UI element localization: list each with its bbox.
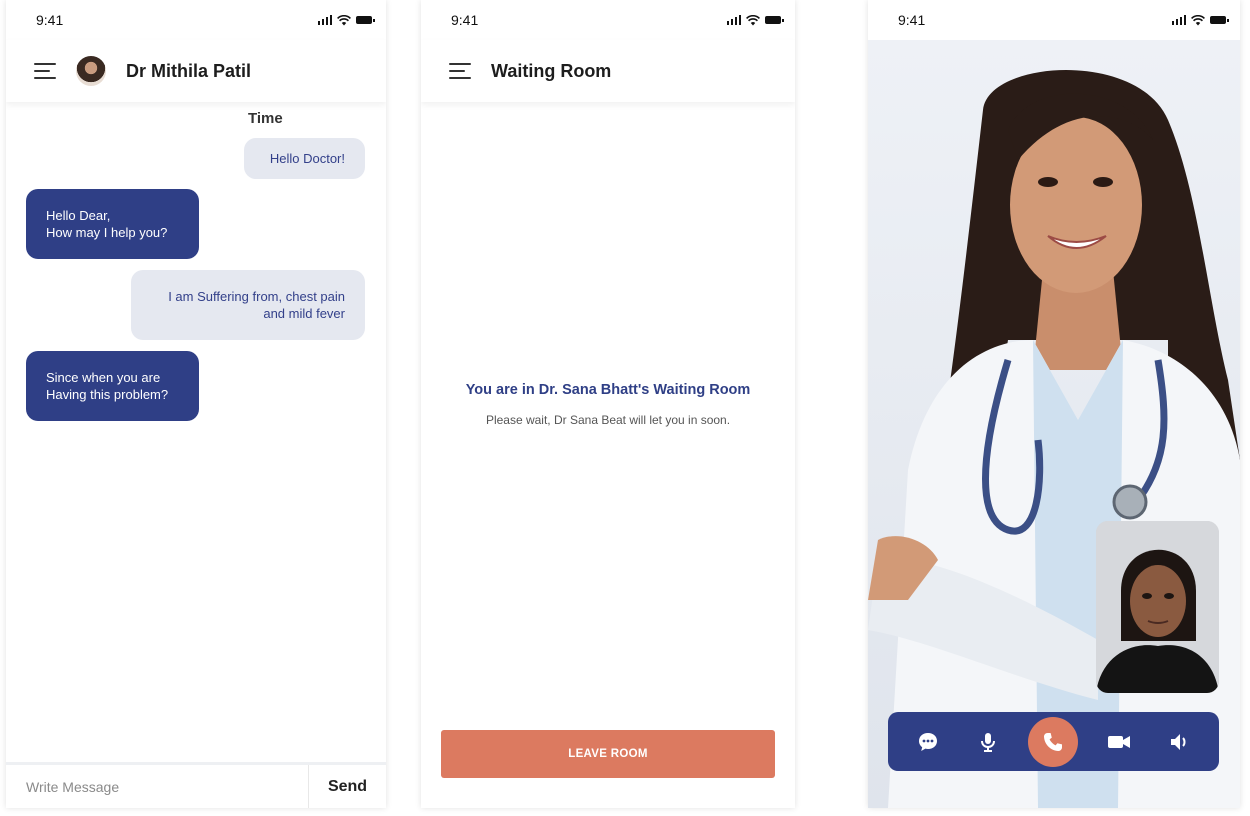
signal-icon (1171, 15, 1186, 25)
battery-icon (765, 16, 784, 24)
signal-icon (317, 15, 332, 25)
message-bubble-outgoing: Hello Doctor! (244, 138, 365, 179)
battery-icon (356, 16, 375, 24)
chat-time-label: Time (248, 110, 283, 127)
call-controls (888, 712, 1219, 771)
page-title: Waiting Room (491, 60, 612, 81)
menu-icon[interactable] (449, 63, 471, 79)
self-video-preview[interactable] (1096, 521, 1219, 693)
wifi-icon (337, 14, 351, 25)
status-bar: 9:41 (421, 0, 795, 40)
message-line: How may I help you? (46, 225, 168, 240)
message-line: Since when you are (46, 370, 161, 385)
patient-video-feed (1096, 521, 1219, 693)
status-time: 9:41 (36, 12, 64, 28)
menu-icon[interactable] (34, 63, 56, 79)
message-line: Having this problem? (46, 387, 169, 402)
status-icons (726, 14, 784, 26)
chat-button[interactable] (909, 723, 947, 761)
doctor-avatar[interactable] (76, 56, 106, 86)
wifi-icon (1191, 14, 1205, 25)
waiting-room-message-subtitle: Please wait, Dr Sana Beat will let you i… (485, 413, 731, 427)
microphone-icon (980, 732, 995, 752)
chat-icon (918, 732, 937, 751)
message-bubble-incoming: Since when you are Having this problem? (26, 351, 199, 421)
end-call-icon (1044, 732, 1063, 751)
waiting-room-header: Waiting Room (421, 40, 795, 102)
doctor-name: Dr Mithila Patil (126, 60, 252, 81)
wifi-icon (746, 14, 760, 25)
end-call-button[interactable] (1028, 716, 1079, 767)
status-time: 9:41 (451, 12, 479, 28)
speaker-icon (1171, 733, 1186, 750)
waiting-room-message-title: You are in Dr. Sana Bhatt's Waiting Room (465, 382, 751, 398)
message-bubble-outgoing: I am Suffering from, chest pain and mild… (131, 270, 365, 340)
video-call-screen: 9:41 (868, 0, 1240, 808)
chat-header: Dr Mithila Patil (6, 40, 386, 102)
status-icons (317, 14, 375, 26)
status-time: 9:41 (898, 12, 926, 28)
message-bubble-incoming: Hello Dear, How may I help you? (26, 189, 199, 259)
status-bar: 9:41 (868, 0, 1240, 40)
waiting-room-screen: 9:41 Waiting Room You are in Dr. Sana Bh… (421, 0, 795, 808)
message-input[interactable] (6, 765, 308, 808)
signal-icon (726, 15, 741, 25)
video-camera-icon (1108, 735, 1131, 748)
leave-room-button[interactable]: LEAVE ROOM (441, 730, 775, 778)
speaker-button[interactable] (1160, 723, 1198, 761)
message-line: Hello Dear, (46, 208, 111, 223)
message-line: and mild fever (263, 306, 345, 321)
message-line: I am Suffering from, chest pain (168, 289, 345, 304)
message-line: Hello Doctor! (269, 151, 345, 166)
battery-icon (1210, 16, 1229, 24)
send-button[interactable]: Send (308, 765, 386, 808)
status-bar: 9:41 (6, 0, 386, 40)
mute-button[interactable] (969, 723, 1007, 761)
message-composer: Send (6, 762, 386, 808)
chat-screen: 9:41 Dr Mithila Patil Time Hello Doctor!… (6, 0, 386, 808)
status-icons (1171, 14, 1229, 26)
video-toggle-button[interactable] (1100, 723, 1138, 761)
